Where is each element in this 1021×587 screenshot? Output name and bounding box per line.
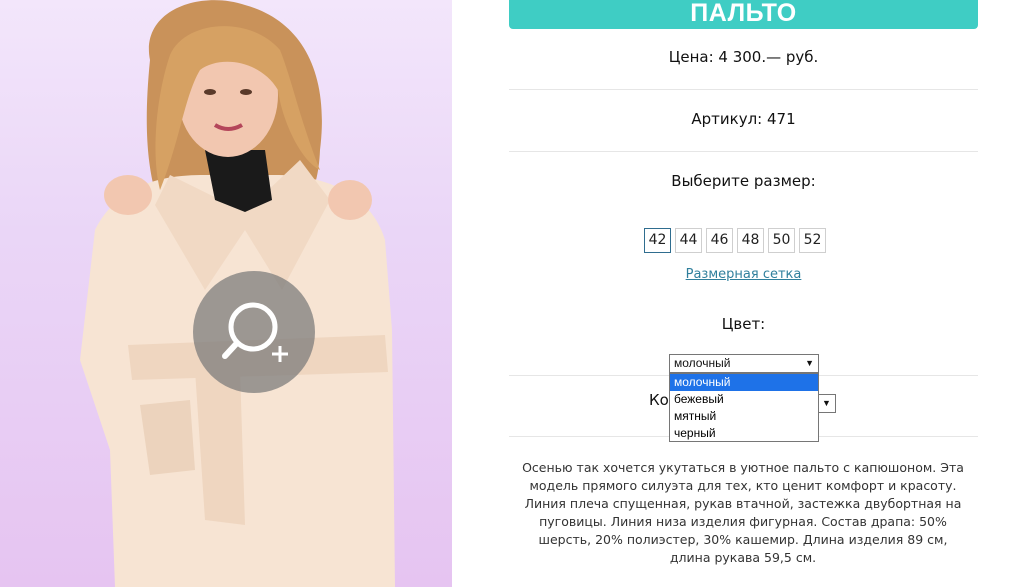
zoom-in-icon <box>222 302 288 362</box>
article-number: Артикул: 471 <box>691 110 796 128</box>
color-option-beige[interactable]: бежевый <box>670 391 818 408</box>
quantity-select[interactable]: ▼ <box>818 394 836 413</box>
size-option-50[interactable]: 50 <box>768 228 795 253</box>
divider <box>509 89 978 90</box>
product-description: Осенью так хочется укутаться в уютное па… <box>522 460 964 565</box>
chevron-down-icon: ▼ <box>822 398 831 408</box>
size-chart-link[interactable]: Размерная сетка <box>509 267 978 282</box>
color-label: Цвет: <box>721 315 766 333</box>
color-option-black[interactable]: черный <box>670 425 818 442</box>
size-option-52[interactable]: 52 <box>799 228 826 253</box>
color-select[interactable]: молочный ▼ <box>669 354 819 373</box>
product-photo[interactable] <box>0 0 452 587</box>
price: Цена: 4 300.— руб. <box>668 48 819 66</box>
zoom-button[interactable] <box>193 271 315 393</box>
size-option-42[interactable]: 42 <box>644 228 671 253</box>
size-option-46[interactable]: 46 <box>706 228 733 253</box>
chevron-down-icon: ▼ <box>805 358 814 368</box>
size-option-48[interactable]: 48 <box>737 228 764 253</box>
product-title: ПАЛЬТО <box>509 0 978 29</box>
divider <box>509 151 978 152</box>
size-option-44[interactable]: 44 <box>675 228 702 253</box>
color-select-value: молочный <box>674 356 731 370</box>
color-dropdown-list: молочный бежевый мятный черный <box>669 373 819 442</box>
quantity-label: Ко <box>649 391 669 409</box>
color-option-mint[interactable]: мятный <box>670 408 818 425</box>
color-option-milky[interactable]: молочный <box>670 374 818 391</box>
size-prompt: Выберите размер: <box>671 172 816 190</box>
size-selector: 42 44 46 48 50 52 <box>644 228 826 253</box>
